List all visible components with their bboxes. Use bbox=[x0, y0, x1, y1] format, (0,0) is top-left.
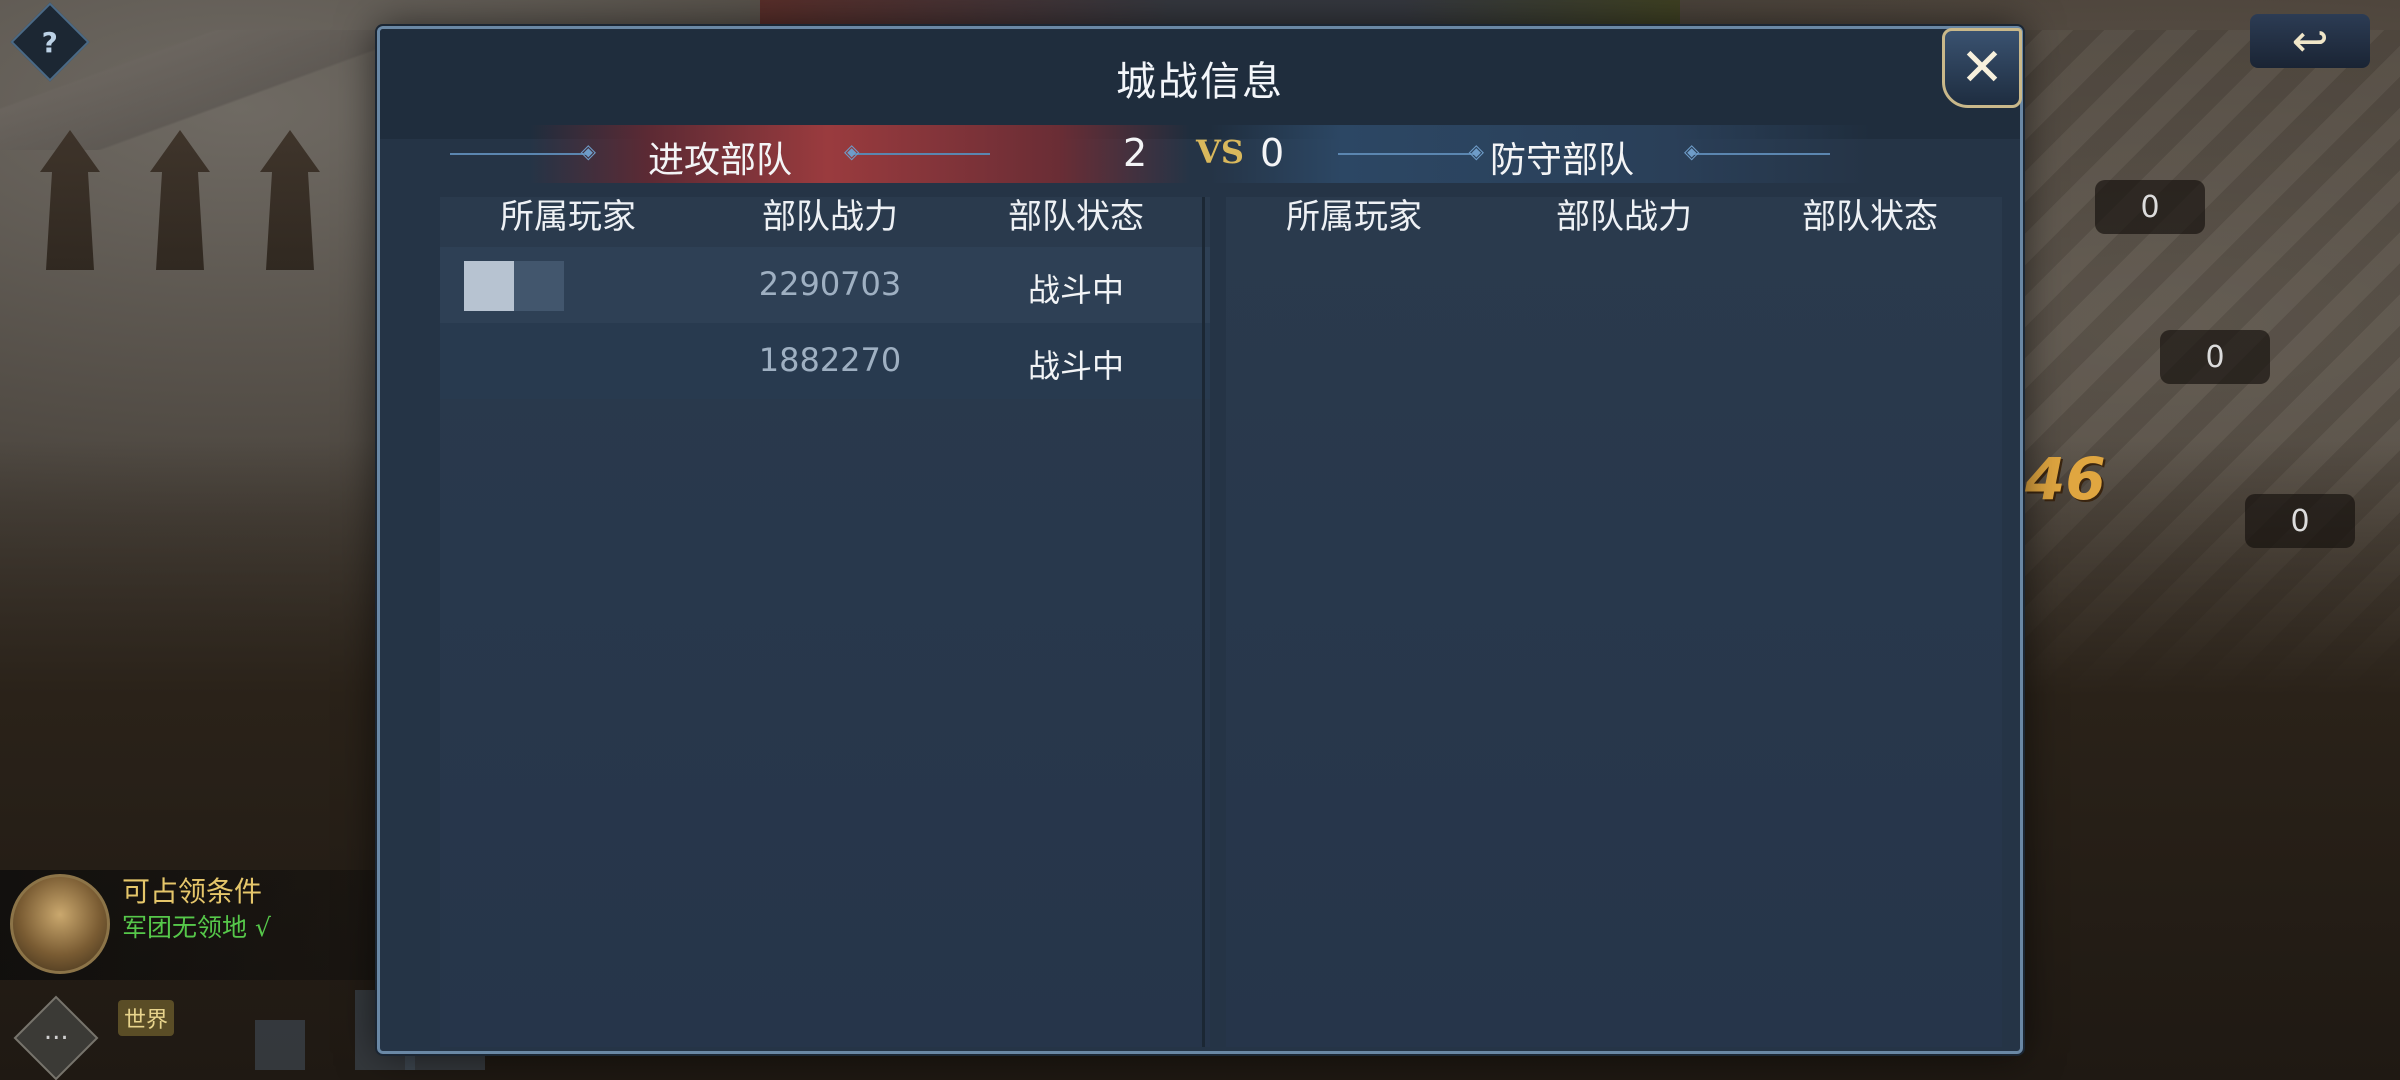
side-score-badge: 0 bbox=[2245, 494, 2355, 548]
dialog-title: 城战信息 bbox=[1116, 59, 1284, 105]
troop-power: 2290703 bbox=[758, 265, 902, 303]
ornament-line bbox=[1684, 139, 1830, 163]
attack-column-headers: 所属玩家 部队战力 部队状态 bbox=[440, 189, 1210, 239]
player-name-blurred bbox=[464, 337, 564, 387]
attack-count: 2 bbox=[1123, 131, 1148, 175]
attack-side-label: 进攻部队 bbox=[648, 140, 793, 181]
vs-label: VS bbox=[1196, 133, 1244, 171]
occupy-condition-text: 军团无领地 √ bbox=[122, 913, 271, 942]
watchtower bbox=[150, 130, 210, 270]
ornament-line bbox=[844, 139, 990, 163]
troop-status: 战斗中 bbox=[1027, 271, 1124, 309]
defense-side-label: 防守部队 bbox=[1490, 140, 1635, 181]
attack-troop-list[interactable]: 2290703 战斗中 1882270 战斗中 bbox=[440, 197, 1210, 1047]
chat-channel-tag: 世界 bbox=[118, 1000, 175, 1036]
column-header-status: 部队状态 bbox=[1008, 197, 1144, 237]
close-button[interactable]: ✕ bbox=[1942, 28, 2022, 108]
side-score-badge: 0 bbox=[2095, 180, 2205, 234]
floating-damage-number: 46 bbox=[2025, 445, 2106, 513]
ornament-line bbox=[450, 139, 596, 163]
column-header-power: 部队战力 bbox=[1556, 197, 1692, 237]
back-button[interactable]: ↩ bbox=[2250, 14, 2370, 68]
close-icon: ✕ bbox=[1960, 38, 2004, 98]
defense-column-headers: 所属玩家 部队战力 部队状态 bbox=[1226, 189, 2002, 239]
column-header-player: 所属玩家 bbox=[1286, 197, 1422, 237]
versus-bar: 进攻部队 2 VS 0 防守部队 bbox=[450, 125, 1870, 183]
side-score-badge: 0 bbox=[2160, 330, 2270, 384]
back-arrow-icon: ↩ bbox=[2291, 15, 2329, 67]
troop-power: 1882270 bbox=[758, 341, 902, 379]
watchtower bbox=[40, 130, 100, 270]
chat-bubble-icon: ··· bbox=[43, 1022, 69, 1053]
column-header-player: 所属玩家 bbox=[500, 197, 636, 237]
troop-status: 战斗中 bbox=[1027, 347, 1124, 385]
city-battle-info-dialog: 城战信息 进攻部队 2 VS 0 防守部队 2290703 战斗中 188227… bbox=[377, 26, 2023, 1054]
table-row[interactable]: 2290703 战斗中 bbox=[440, 247, 1210, 323]
column-header-status: 部队状态 bbox=[1802, 197, 1938, 237]
player-name-blurred bbox=[464, 261, 564, 311]
table-row[interactable]: 1882270 战斗中 bbox=[440, 323, 1210, 399]
defense-troop-list[interactable] bbox=[1226, 197, 2002, 1047]
watchtower bbox=[260, 130, 320, 270]
occupy-condition-title: 可占领条件 bbox=[122, 875, 263, 908]
ornament-line bbox=[1338, 139, 1484, 163]
defense-count: 0 bbox=[1260, 131, 1285, 175]
panel-divider bbox=[1202, 197, 1205, 1047]
column-header-power: 部队战力 bbox=[762, 197, 898, 237]
city-gate-avatar[interactable] bbox=[10, 874, 110, 974]
question-icon: ? bbox=[41, 25, 59, 59]
chat-message-blur bbox=[255, 1020, 305, 1070]
top-status-strip bbox=[760, 0, 1680, 26]
